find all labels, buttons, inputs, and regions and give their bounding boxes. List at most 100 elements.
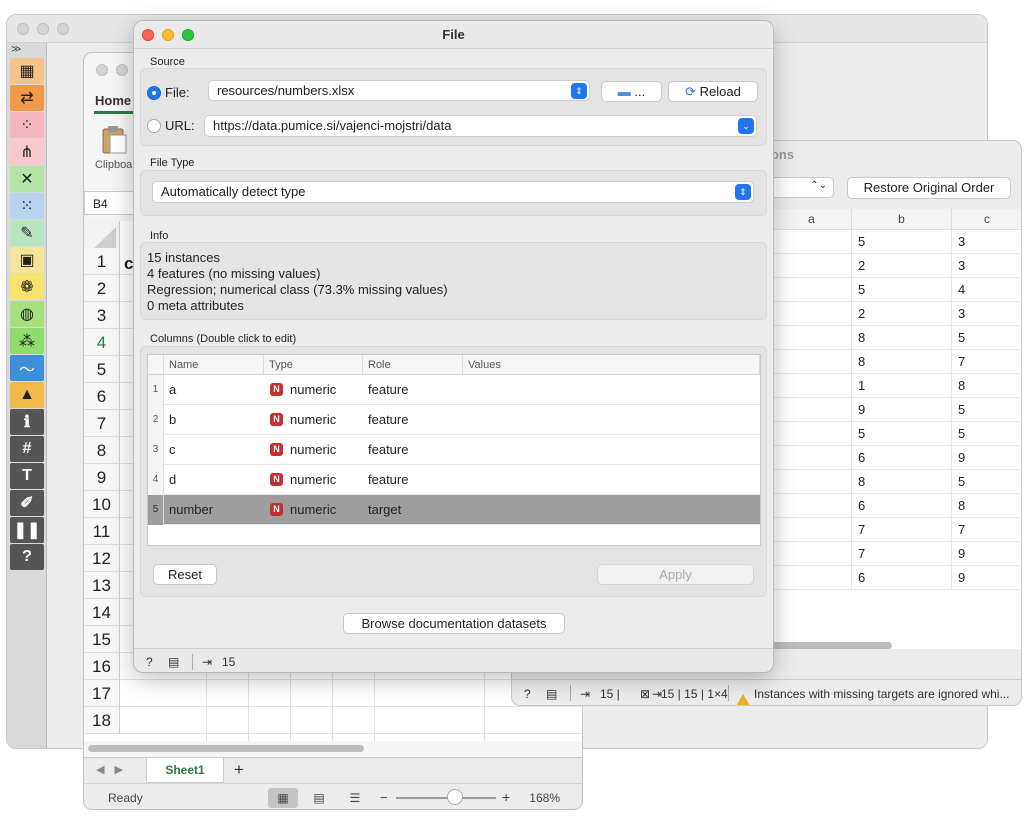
table-row[interactable]: 1 a Nnumeric feature <box>148 375 760 405</box>
scatter-plot-icon[interactable]: ⁘ <box>10 112 44 138</box>
clipboard-icon[interactable] <box>100 125 128 155</box>
row-header[interactable]: 5 <box>84 356 120 383</box>
column-header-a[interactable]: a <box>772 209 852 230</box>
row-header[interactable]: 14 <box>84 599 120 626</box>
network-icon[interactable]: ⁂ <box>10 328 44 354</box>
help-icon[interactable]: ? <box>10 544 44 570</box>
table-cell[interactable]: 2 <box>852 254 952 278</box>
row-header[interactable]: 9 <box>84 464 120 491</box>
columns-table[interactable]: Name Type Role Values 1 a Nnumeric feature 2… <box>147 354 761 546</box>
table-cell[interactable]: 6 <box>852 446 952 470</box>
column-role[interactable]: feature <box>368 435 408 465</box>
table-cell[interactable] <box>772 518 852 542</box>
table-cell[interactable] <box>772 566 852 590</box>
column-name[interactable]: number <box>169 495 213 525</box>
info-icon[interactable]: ℹ <box>10 409 44 435</box>
zoom-out-icon[interactable]: − <box>380 790 388 805</box>
file-type-combo[interactable]: Automatically detect type ⇕ <box>152 181 754 203</box>
report-icon[interactable]: ▤ <box>546 687 557 701</box>
column-name[interactable]: b <box>169 405 176 435</box>
table-cell[interactable]: 8 <box>852 350 952 374</box>
table-cell[interactable]: 7 <box>852 542 952 566</box>
paint-data-icon[interactable]: ✎ <box>10 220 44 246</box>
education-icon[interactable]: ▲ <box>10 382 44 408</box>
column-type[interactable]: numeric <box>290 465 336 495</box>
tree-icon[interactable]: ⋔ <box>10 139 44 165</box>
pen-icon[interactable]: ✐ <box>10 490 44 516</box>
horizontal-scrollbar[interactable] <box>84 743 568 753</box>
add-sheet-button[interactable]: + <box>234 760 244 780</box>
minimize-icon[interactable] <box>37 23 49 35</box>
row-header[interactable]: 12 <box>84 545 120 572</box>
table-row[interactable]: 5 number Nnumeric target <box>148 495 760 525</box>
row-header[interactable]: 18 <box>84 707 120 734</box>
column-role[interactable]: feature <box>368 375 408 405</box>
column-header-name[interactable]: Name <box>164 355 264 375</box>
row-header[interactable]: 7 <box>84 410 120 437</box>
data-table-grid[interactable]: abc532354238587189555698568777969 <box>772 209 1021 649</box>
table-cell[interactable]: 7 <box>952 518 1021 542</box>
paw-icon[interactable]: ❁ <box>10 274 44 300</box>
column-name[interactable]: a <box>169 375 176 405</box>
column-role[interactable]: target <box>368 495 401 525</box>
table-cell[interactable]: 8 <box>952 494 1021 518</box>
table-cell[interactable] <box>772 470 852 494</box>
table-cell[interactable] <box>772 350 852 374</box>
data-sampler-icon[interactable]: ⇄ <box>10 85 44 111</box>
confusion-matrix-icon[interactable]: ✕ <box>10 166 44 192</box>
column-name[interactable]: c <box>169 435 176 465</box>
row-header[interactable]: 15 <box>84 626 120 653</box>
reload-button[interactable]: ⟳ Reload <box>668 81 758 102</box>
table-cell[interactable] <box>772 230 852 254</box>
ribbon-tab-home[interactable]: Home <box>95 93 131 108</box>
table-cell[interactable]: 5 <box>952 398 1021 422</box>
table-cell[interactable]: 3 <box>952 230 1021 254</box>
row-header[interactable]: 4 <box>84 329 120 356</box>
table-cell[interactable]: 3 <box>952 254 1021 278</box>
row-header[interactable]: 8 <box>84 437 120 464</box>
column-name[interactable]: d <box>169 465 176 495</box>
row-header[interactable]: 6 <box>84 383 120 410</box>
table-cell[interactable]: 3 <box>952 302 1021 326</box>
browse-file-button[interactable]: ▬ ... <box>601 81 662 102</box>
table-cell[interactable]: 8 <box>852 470 952 494</box>
row-header[interactable]: 1 <box>84 248 120 275</box>
table-cell[interactable] <box>772 278 852 302</box>
table-cell[interactable]: 8 <box>952 374 1021 398</box>
scrollbar-thumb[interactable] <box>88 745 364 752</box>
help-icon[interactable]: ? <box>146 655 153 669</box>
column-header-values[interactable]: Values <box>463 355 760 375</box>
table-cell[interactable]: 9 <box>952 566 1021 590</box>
row-header[interactable]: 16 <box>84 653 120 680</box>
close-icon[interactable] <box>17 23 29 35</box>
table-cell[interactable]: 5 <box>952 470 1021 494</box>
table-cell[interactable]: 6 <box>852 494 952 518</box>
table-row[interactable]: 4 d Nnumeric feature <box>148 465 760 495</box>
table-cell[interactable] <box>772 254 852 278</box>
close-icon[interactable] <box>96 64 108 76</box>
row-header[interactable]: 2 <box>84 275 120 302</box>
zoom-slider[interactable] <box>396 797 496 799</box>
table-row[interactable]: 2 b Nnumeric feature <box>148 405 760 435</box>
hash-icon[interactable]: # <box>10 436 44 462</box>
zoom-icon[interactable] <box>57 23 69 35</box>
table-cell[interactable]: 7 <box>952 350 1021 374</box>
column-type[interactable]: numeric <box>290 435 336 465</box>
toolbox-expand-icon[interactable]: ≫ <box>7 43 46 57</box>
table-cell[interactable]: 9 <box>952 446 1021 470</box>
table-cell[interactable] <box>772 494 852 518</box>
table-cell[interactable]: 5 <box>952 422 1021 446</box>
table-cell[interactable] <box>772 542 852 566</box>
table-cell[interactable]: 5 <box>852 278 952 302</box>
row-header[interactable]: 3 <box>84 302 120 329</box>
row-header[interactable]: 11 <box>84 518 120 545</box>
scrollbar-thumb[interactable] <box>772 642 892 649</box>
column-role[interactable]: feature <box>368 465 408 495</box>
column-header-role[interactable]: Role <box>363 355 463 375</box>
table-cell[interactable]: 2 <box>852 302 952 326</box>
table-cell[interactable] <box>772 302 852 326</box>
table-cell[interactable]: 6 <box>852 566 952 590</box>
table-row[interactable]: 3 c Nnumeric feature <box>148 435 760 465</box>
table-cell[interactable]: 5 <box>852 230 952 254</box>
pause-icon[interactable]: ❚❚ <box>10 517 44 543</box>
